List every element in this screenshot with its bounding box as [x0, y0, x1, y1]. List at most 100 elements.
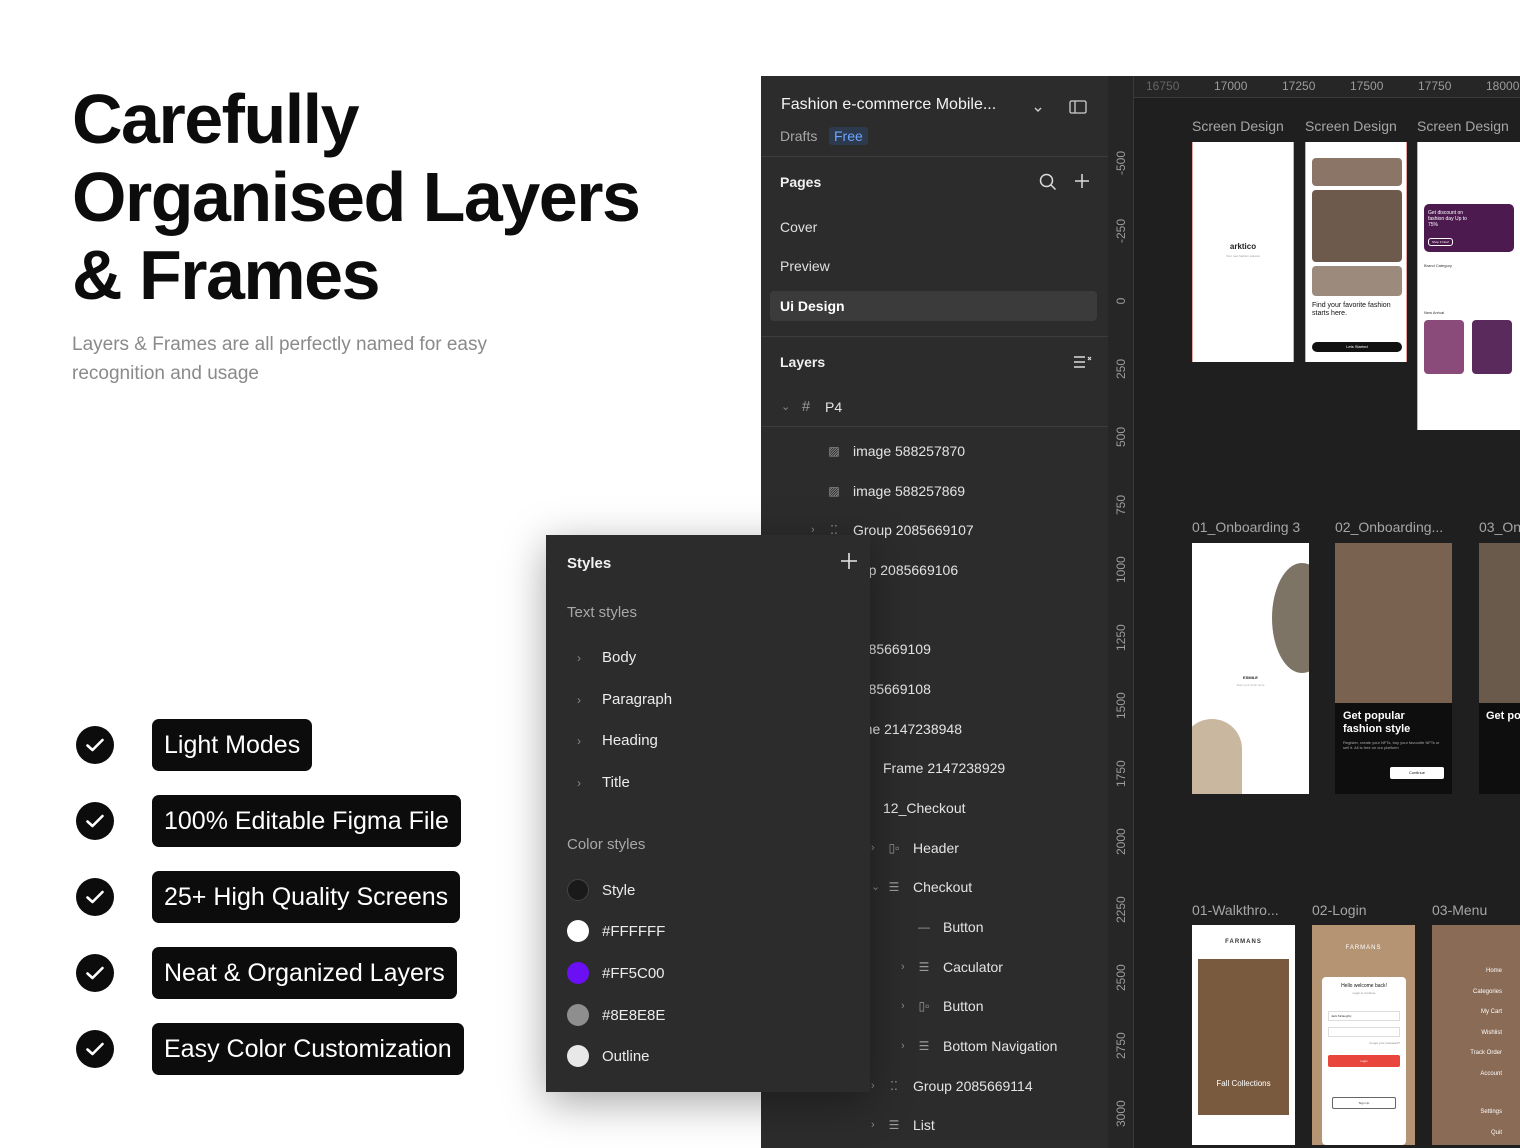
text-style-item[interactable]: › Body	[567, 649, 636, 666]
layer-row[interactable]: ⁚⁚ Group 2085669114	[885, 1078, 1032, 1094]
add-page-icon[interactable]	[1074, 173, 1090, 194]
text-style-label: Body	[602, 649, 637, 666]
autolayout-v-icon: ☰	[918, 1039, 930, 1053]
frame-label[interactable]: 02-Login	[1312, 902, 1367, 918]
color-style-item[interactable]: Outline	[567, 1045, 650, 1067]
walkthrough-screen[interactable]: FARMANS Fall Collections	[1192, 925, 1295, 1145]
layer-row[interactable]: — Button	[915, 919, 983, 935]
layer-name: Frame 2147238929	[883, 760, 1006, 776]
chevron-right-icon[interactable]: ›	[901, 961, 905, 973]
layer-name: Group 2085669107	[853, 522, 974, 538]
forgot-password-link[interactable]: Forgot your password?	[1369, 1041, 1400, 1045]
layer-row[interactable]: #Frame 2147238929	[855, 760, 1006, 776]
photo	[1192, 719, 1242, 794]
frame-label[interactable]: 03_On	[1479, 519, 1520, 535]
sidebar-toggle-icon[interactable]	[1069, 100, 1087, 119]
page-item-ui-design[interactable]: Ui Design	[780, 298, 845, 314]
color-style-item[interactable]: #FFFFFF	[567, 920, 665, 942]
drafts-link[interactable]: Drafts	[780, 128, 817, 144]
chevron-down-icon[interactable]: ⌄	[781, 400, 790, 413]
file-title[interactable]: Fashion e-commerce Mobile...	[781, 96, 996, 114]
onboarding-body: Register, create your NFTs, buy your fav…	[1343, 740, 1440, 750]
menu-item[interactable]: Wishlist	[1470, 1023, 1502, 1044]
layer-row[interactable]: # P4	[797, 398, 842, 415]
ruler-tick: 750	[1114, 494, 1128, 515]
menu-screen[interactable]: Home Categories My Cart Wishlist Track O…	[1432, 925, 1520, 1145]
layer-row[interactable]: ☰ Bottom Navigation	[915, 1038, 1058, 1054]
frame-label[interactable]: 01-Walkthro...	[1192, 902, 1279, 918]
hero-title-line: & Frames	[72, 236, 381, 314]
frame-label[interactable]: Screen Design	[1305, 118, 1397, 134]
chevron-right-icon[interactable]: ›	[871, 842, 875, 854]
onboarding-3-screen[interactable]: ESMILE Start your fresh store	[1192, 543, 1309, 794]
layer-row[interactable]: ▨ image 588257870	[825, 443, 965, 459]
chevron-right-icon[interactable]: ›	[901, 1000, 905, 1012]
frame-label[interactable]: Screen Design	[1417, 118, 1509, 134]
frame-label[interactable]: 02_Onboarding...	[1335, 519, 1443, 535]
menu-item[interactable]: Settings	[1470, 1102, 1502, 1123]
add-style-icon[interactable]	[839, 551, 859, 571]
feature-label: 25+ High Quality Screens	[152, 871, 461, 923]
menu-item[interactable]: Account	[1470, 1064, 1502, 1085]
group-icon: ⁚⁚	[890, 1079, 898, 1093]
layer-row[interactable]: #12_Checkout	[855, 800, 966, 816]
chevron-down-icon[interactable]: ⌄	[871, 880, 880, 893]
text-style-item[interactable]: › Heading	[567, 732, 658, 749]
check-icon	[76, 1030, 114, 1068]
color-swatch	[567, 920, 589, 942]
chevron-right-icon: ›	[577, 650, 581, 665]
layer-row[interactable]: ☰ List	[885, 1117, 935, 1133]
layer-name: List	[913, 1117, 935, 1133]
product-image[interactable]	[1472, 320, 1512, 374]
page-item-cover[interactable]: Cover	[780, 219, 817, 235]
chevron-right-icon[interactable]: ›	[871, 1119, 875, 1131]
text-style-item[interactable]: › Paragraph	[567, 691, 672, 708]
color-style-item[interactable]: Style	[567, 879, 635, 901]
layer-row[interactable]: ▨ image 588257869	[825, 483, 965, 499]
styles-panel: Styles Text styles › Body › Paragraph › Hea…	[546, 535, 870, 1092]
figma-canvas[interactable]: 16750 17000 17250 17500 17750 18000 -500…	[1108, 76, 1520, 1148]
frame-label[interactable]: Screen Design	[1192, 118, 1284, 134]
splash-screen[interactable]: arktico Your new fashion solution	[1192, 142, 1294, 362]
menu-item[interactable]: Home	[1470, 961, 1502, 982]
continue-button[interactable]: Continue	[1390, 767, 1444, 779]
onboarding-3b-screen[interactable]: Get po fashio	[1479, 543, 1520, 794]
onboarding-2-screen[interactable]: Get popular fashion style Register, crea…	[1335, 543, 1452, 794]
layer-row[interactable]: ▯▫ Header	[885, 840, 959, 856]
onboarding-screen[interactable]: Find your favorite fashion starts here. …	[1305, 142, 1407, 362]
color-style-item[interactable]: #FF5C00	[567, 962, 665, 984]
start-button[interactable]: Lets Started	[1312, 342, 1402, 352]
line-icon: —	[918, 920, 930, 934]
menu-list: Home Categories My Cart Wishlist Track O…	[1470, 961, 1502, 1143]
signup-button[interactable]: Sign Up	[1332, 1097, 1396, 1109]
chevron-right-icon[interactable]: ›	[871, 1080, 875, 1092]
color-style-label: #FFFFFF	[602, 922, 666, 940]
chevron-down-icon[interactable]	[1033, 101, 1043, 119]
product-image[interactable]	[1424, 320, 1464, 374]
promo-banner: Get discount on fashion day Up to 75% Sh…	[1424, 204, 1514, 252]
chevron-right-icon[interactable]: ›	[901, 1040, 905, 1052]
layer-options-icon[interactable]	[1073, 354, 1093, 375]
layer-row[interactable]: ☰ Checkout	[885, 879, 973, 895]
frame-label[interactable]: 01_Onboarding 3	[1192, 519, 1300, 535]
search-icon[interactable]	[1039, 173, 1057, 196]
ruler-tick: 17750	[1418, 79, 1452, 93]
menu-item[interactable]: My Cart	[1470, 1002, 1502, 1023]
color-style-item[interactable]: #8E8E8E	[567, 1004, 665, 1026]
password-field[interactable]	[1328, 1027, 1400, 1037]
layer-row[interactable]: ☰ Caculator	[915, 959, 1003, 975]
promo-button[interactable]: Shop It Now!	[1428, 238, 1454, 246]
login-button[interactable]: Login	[1328, 1055, 1400, 1067]
frame-label[interactable]: 03-Menu	[1432, 902, 1487, 918]
menu-item[interactable]: Track Order	[1470, 1043, 1502, 1064]
layer-row[interactable]: ▯▫ Button	[915, 998, 984, 1014]
ruler-tick: 18000	[1486, 79, 1520, 93]
home-screen[interactable]: Get discount on fashion day Up to 75% Sh…	[1417, 142, 1520, 430]
username-field[interactable]: Jack Mclaughly	[1328, 1011, 1400, 1021]
text-style-item[interactable]: › Title	[567, 774, 630, 791]
autolayout-h-icon: ▯▫	[918, 999, 930, 1013]
menu-item[interactable]: Quit	[1470, 1123, 1502, 1144]
menu-item[interactable]: Categories	[1470, 982, 1502, 1003]
page-item-preview[interactable]: Preview	[780, 258, 830, 274]
login-screen[interactable]: FARMANS Hello welcome back! Login to con…	[1312, 925, 1415, 1145]
